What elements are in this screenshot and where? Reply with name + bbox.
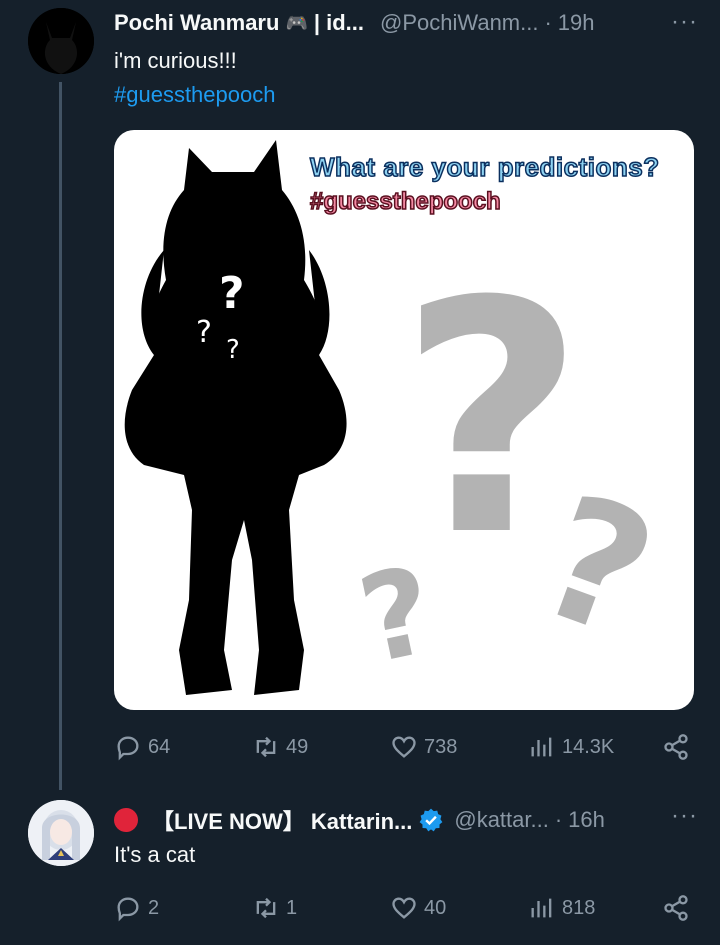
retweet-count: 1 <box>286 896 298 919</box>
separator-dot: · <box>554 807 563 832</box>
tweet-header: 【LIVE NOW】 Kattarin... @kattar... · 16h <box>114 804 605 836</box>
like-icon <box>392 736 416 758</box>
share-button[interactable] <box>662 894 690 922</box>
display-name[interactable]: 【LIVE NOW】 Kattarin... <box>152 804 412 836</box>
reply-count: 64 <box>148 735 171 758</box>
separator-dot: · <box>544 10 552 35</box>
reply-icon <box>117 736 139 761</box>
views-button[interactable]: 14.3K <box>528 733 614 761</box>
views-button[interactable]: 818 <box>528 894 595 922</box>
reply-icon <box>117 897 139 922</box>
display-name[interactable]: Pochi Wanmaru <box>114 10 279 36</box>
tweet-text: It's a cat <box>114 842 196 867</box>
share-icon <box>664 734 688 760</box>
thread-connector <box>59 82 62 790</box>
more-icon[interactable]: ··· <box>671 8 698 36</box>
tweet-image[interactable]: ? ? ? ? ? ? What are your predictions? #… <box>114 130 694 710</box>
share-button[interactable] <box>662 733 690 761</box>
handle[interactable]: @PochiWanm... <box>380 10 538 36</box>
live-status-icon <box>114 808 138 832</box>
verified-icon <box>419 808 443 832</box>
silhouette-illustration: ? ? ? ? ? ? <box>124 140 677 695</box>
share-icon <box>664 895 688 921</box>
avatar[interactable] <box>28 8 94 74</box>
views-icon <box>531 737 552 757</box>
image-caption-line2: #guessthepooch <box>309 187 501 216</box>
reply-count: 2 <box>148 896 160 919</box>
tweet-actions: 2 1 40 818 <box>114 893 694 923</box>
tweet-header: Pochi Wanmaru 🎮 | id... @PochiWanm... · … <box>114 10 595 36</box>
like-button[interactable]: 738 <box>390 733 457 761</box>
like-count: 738 <box>424 735 458 758</box>
svg-text:?: ? <box>226 335 240 365</box>
view-count: 14.3K <box>562 735 615 758</box>
more-icon[interactable]: ··· <box>671 802 698 830</box>
retweet-button[interactable]: 1 <box>252 894 297 922</box>
tweet-text: i'm curious!!! <box>114 48 237 73</box>
svg-text:?: ? <box>219 268 245 319</box>
views-icon <box>531 898 552 918</box>
tweet-actions: 64 49 738 14.3K <box>114 732 694 762</box>
display-name-suffix[interactable]: | id... <box>314 10 364 36</box>
timestamp[interactable]: 19h <box>558 10 595 36</box>
retweet-icon <box>256 897 276 919</box>
reply-button[interactable]: 2 <box>114 894 159 922</box>
handle[interactable]: @kattar... <box>454 807 548 833</box>
svg-text:?: ? <box>196 315 212 350</box>
view-count: 818 <box>562 896 596 919</box>
retweet-icon <box>256 736 276 758</box>
hashtag-link[interactable]: #guessthepooch <box>114 82 275 108</box>
like-button[interactable]: 40 <box>390 894 446 922</box>
avatar[interactable] <box>28 800 94 866</box>
like-count: 40 <box>424 896 447 919</box>
timestamp[interactable]: 16h <box>568 807 605 833</box>
emoji: 🎮 <box>285 12 308 33</box>
retweet-button[interactable]: 49 <box>252 733 308 761</box>
reply-button[interactable]: 64 <box>114 733 170 761</box>
retweet-count: 49 <box>286 735 309 758</box>
like-icon <box>392 897 416 919</box>
image-caption-line1: What are your predictions? <box>309 151 660 183</box>
